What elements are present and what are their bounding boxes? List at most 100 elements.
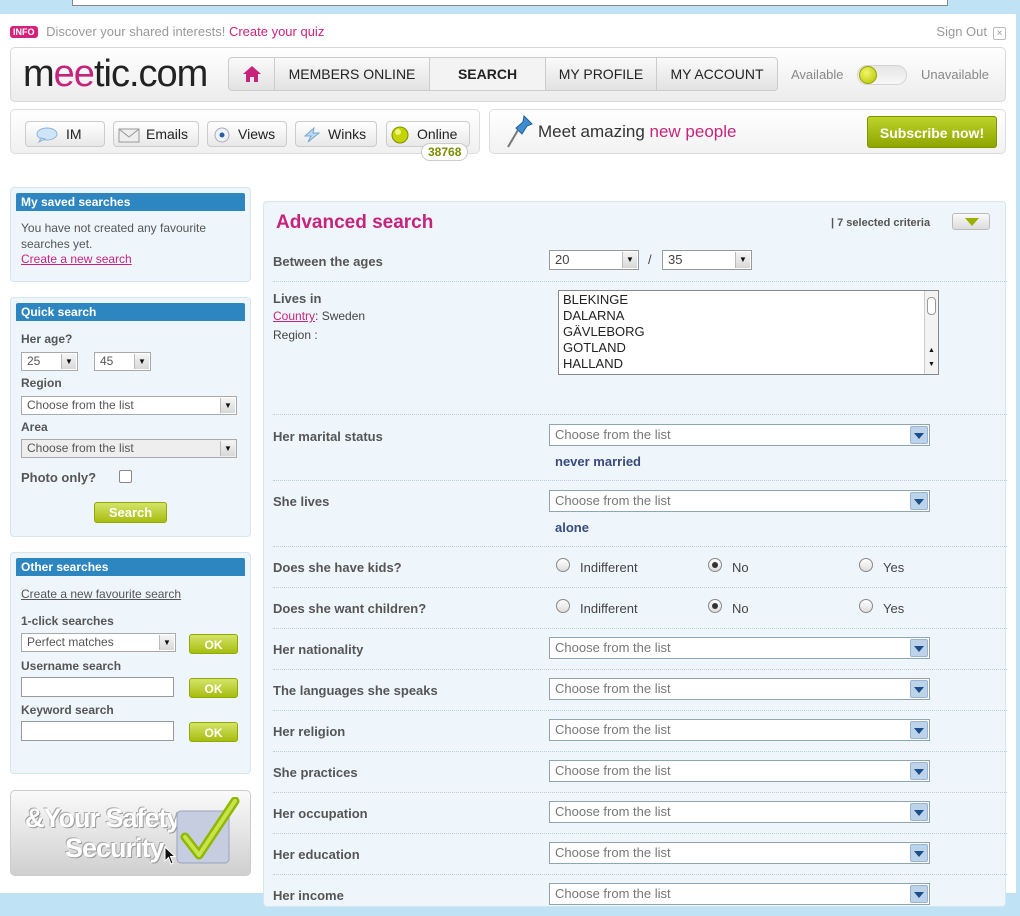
she-lives-value[interactable]: Choose from the list — [555, 493, 671, 508]
views-label[interactable]: Views — [238, 126, 275, 142]
availability-toggle[interactable] — [857, 65, 907, 85]
region-option[interactable]: DALARNA — [559, 308, 938, 324]
sign-out-label[interactable]: Sign Out — [936, 24, 987, 39]
quick-area-select[interactable]: Choose from the list ▼ — [21, 439, 237, 458]
region-listbox[interactable]: BLEKINGE DALARNA GÄVLEBORG GOTLAND HALLA… — [558, 290, 939, 375]
quick-area-value[interactable]: Choose from the list — [27, 441, 134, 455]
want-children-no-radio[interactable] — [708, 599, 722, 613]
home-button[interactable] — [229, 58, 275, 90]
occupation-value[interactable]: Choose from the list — [555, 804, 671, 819]
chevron-down-icon[interactable]: ▼ — [735, 252, 750, 268]
she-lives-select[interactable]: Choose from the list — [549, 490, 930, 512]
emails-label[interactable]: Emails — [146, 126, 188, 142]
scrollbar-thumb[interactable] — [927, 297, 936, 315]
income-value[interactable]: Choose from the list — [555, 886, 671, 901]
has-kids-indifferent-radio[interactable] — [556, 558, 570, 572]
nav-my-account[interactable]: MY ACCOUNT — [657, 58, 777, 90]
chevron-down-icon[interactable] — [910, 426, 928, 444]
occupation-select[interactable]: Choose from the list — [549, 801, 930, 823]
chevron-down-icon[interactable]: ▼ — [159, 635, 174, 650]
want-children-indifferent-radio[interactable] — [556, 599, 570, 613]
keyword-ok-button[interactable]: OK — [189, 722, 238, 742]
region-scrollbar[interactable]: ▲ ▼ — [924, 291, 938, 374]
criteria-toggle-button[interactable] — [952, 213, 990, 230]
practices-select[interactable]: Choose from the list — [549, 760, 930, 782]
im-label[interactable]: IM — [66, 126, 82, 142]
quick-search-button[interactable]: Search — [94, 502, 167, 523]
has-kids-indifferent-label[interactable]: Indifferent — [580, 560, 638, 575]
education-value[interactable]: Choose from the list — [555, 845, 671, 860]
scroll-up-icon[interactable]: ▲ — [928, 347, 935, 354]
chevron-down-icon[interactable]: ▼ — [134, 354, 149, 369]
age-to-select[interactable]: 35 ▼ — [662, 250, 752, 270]
has-kids-yes-label[interactable]: Yes — [883, 560, 904, 575]
quick-region-value[interactable]: Choose from the list — [27, 398, 134, 412]
has-kids-no-label[interactable]: No — [732, 560, 749, 575]
username-search-input[interactable] — [21, 677, 174, 697]
one-click-ok-button[interactable]: OK — [189, 634, 238, 654]
age-from-select[interactable]: 20 ▼ — [549, 250, 639, 270]
country-link[interactable]: Country — [273, 309, 315, 323]
income-select[interactable]: Choose from the list — [549, 883, 930, 905]
marital-status-value[interactable]: Choose from the list — [555, 427, 671, 442]
one-click-value[interactable]: Perfect matches — [27, 635, 114, 649]
chevron-down-icon[interactable]: ▼ — [220, 398, 235, 413]
practices-value[interactable]: Choose from the list — [555, 763, 671, 778]
create-new-search-link[interactable]: Create a new search — [21, 252, 240, 266]
scroll-down-icon[interactable]: ▼ — [928, 361, 935, 368]
chevron-down-icon[interactable] — [910, 639, 928, 657]
one-click-select[interactable]: Perfect matches ▼ — [21, 633, 176, 652]
region-option[interactable]: HALLAND — [559, 356, 938, 372]
nav-my-profile[interactable]: MY PROFILE — [546, 58, 657, 90]
sign-out[interactable]: Sign Out × — [936, 24, 1006, 40]
quick-age-to-select[interactable]: 45 ▼ — [94, 352, 151, 371]
chevron-down-icon[interactable]: ▼ — [622, 252, 637, 268]
has-kids-no-radio[interactable] — [708, 558, 722, 572]
age-to-value[interactable]: 35 — [668, 252, 682, 267]
winks-button[interactable]: Winks — [295, 121, 377, 147]
want-children-yes-label[interactable]: Yes — [883, 601, 904, 616]
keyword-search-input[interactable] — [21, 721, 174, 741]
education-select[interactable]: Choose from the list — [549, 842, 930, 864]
chevron-down-icon[interactable] — [910, 721, 928, 739]
religion-select[interactable]: Choose from the list — [549, 719, 930, 741]
chevron-down-icon[interactable] — [910, 844, 928, 862]
region-option[interactable]: GOTLAND — [559, 340, 938, 356]
chevron-down-icon[interactable] — [910, 885, 928, 903]
photo-only-checkbox[interactable] — [119, 470, 132, 483]
region-option[interactable]: BLEKINGE — [559, 292, 938, 308]
chevron-down-icon[interactable] — [910, 803, 928, 821]
quick-age-from-select[interactable]: 25 ▼ — [21, 352, 78, 371]
chevron-down-icon[interactable] — [910, 762, 928, 780]
create-quiz-link[interactable]: Create your quiz — [229, 24, 324, 39]
winks-label[interactable]: Winks — [328, 126, 366, 142]
emails-button[interactable]: Emails — [113, 121, 199, 147]
want-children-indifferent-label[interactable]: Indifferent — [580, 601, 638, 616]
chevron-down-icon[interactable]: ▼ — [61, 354, 76, 369]
has-kids-yes-radio[interactable] — [859, 558, 873, 572]
safety-security-banner[interactable]: &Your Safety Security — [10, 790, 251, 876]
languages-value[interactable]: Choose from the list — [555, 681, 671, 696]
chevron-down-icon[interactable] — [910, 492, 928, 510]
nationality-value[interactable]: Choose from the list — [555, 640, 671, 655]
languages-select[interactable]: Choose from the list — [549, 678, 930, 700]
nationality-select[interactable]: Choose from the list — [549, 637, 930, 659]
nav-members-online[interactable]: MEMBERS ONLINE — [275, 58, 430, 90]
views-button[interactable]: Views — [207, 121, 287, 147]
quick-region-select[interactable]: Choose from the list ▼ — [21, 396, 237, 415]
quick-age-from-value[interactable]: 25 — [27, 354, 40, 368]
age-from-value[interactable]: 20 — [555, 252, 569, 267]
im-button[interactable]: IM — [25, 121, 105, 147]
region-option[interactable]: GÄVLEBORG — [559, 324, 938, 340]
toggle-knob[interactable] — [859, 66, 877, 84]
quick-age-to-value[interactable]: 45 — [100, 354, 113, 368]
want-children-yes-radio[interactable] — [859, 599, 873, 613]
close-icon[interactable]: × — [993, 27, 1006, 40]
create-favourite-search-link[interactable]: Create a new favourite search — [21, 587, 181, 601]
username-ok-button[interactable]: OK — [189, 678, 238, 698]
marital-status-select[interactable]: Choose from the list — [549, 424, 930, 446]
religion-value[interactable]: Choose from the list — [555, 722, 671, 737]
chevron-down-icon[interactable] — [910, 680, 928, 698]
chevron-down-icon[interactable]: ▼ — [220, 441, 235, 456]
meetic-logo[interactable]: meetic.com — [23, 53, 208, 96]
